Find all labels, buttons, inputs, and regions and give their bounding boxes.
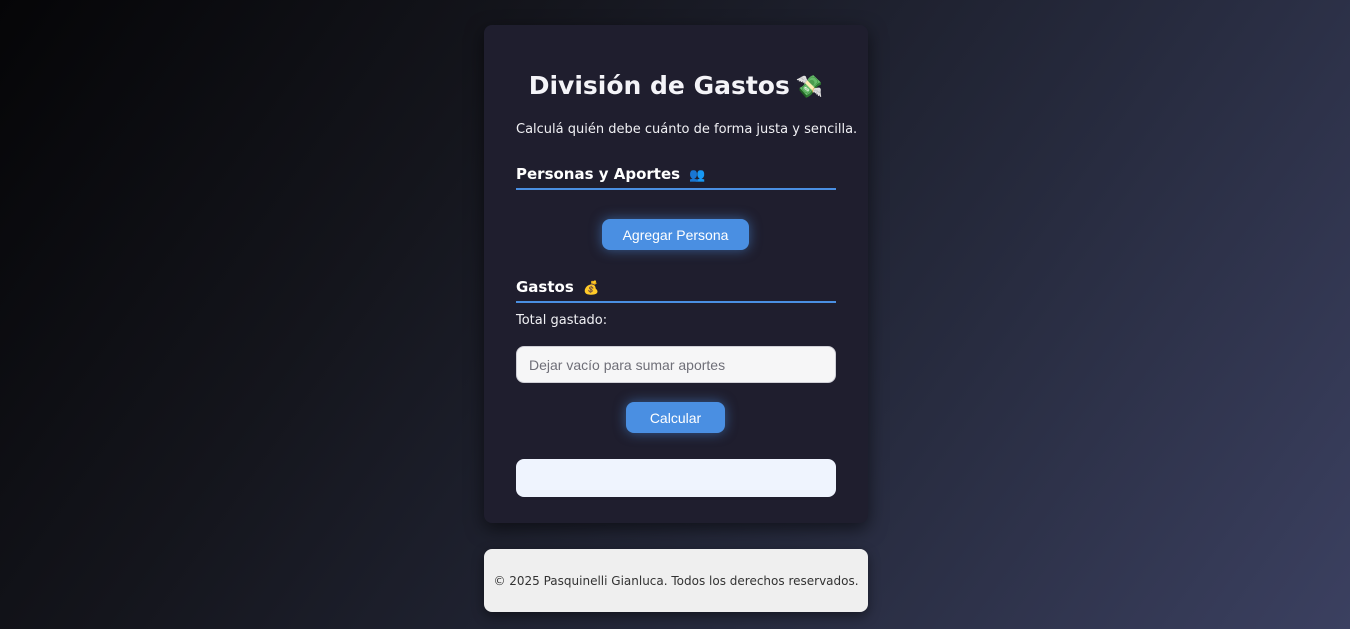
- money-with-wings-icon: 💸: [795, 75, 824, 100]
- expense-split-card: División de Gastos 💸 Calculá quién debe c…: [484, 25, 868, 523]
- people-icon: 👥: [689, 168, 706, 183]
- footer-copyright: © 2025 Pasquinelli Gianluca. Todos los d…: [493, 573, 859, 588]
- total-spent-input[interactable]: [516, 346, 836, 383]
- page-title: División de Gastos 💸: [484, 69, 868, 105]
- page-title-text: División de Gastos: [528, 71, 790, 100]
- total-spent-label: Total gastado:: [516, 313, 608, 328]
- people-section-heading: Personas y Aportes 👥: [516, 164, 836, 190]
- expenses-section-heading-text: Gastos: [516, 278, 574, 296]
- expenses-section-heading: Gastos 💰: [516, 277, 836, 303]
- money-bag-icon: 💰: [583, 281, 600, 296]
- calculate-button[interactable]: Calcular: [626, 402, 725, 433]
- add-person-button[interactable]: Agregar Persona: [602, 219, 749, 250]
- people-section-heading-text: Personas y Aportes: [516, 165, 681, 183]
- result-box: [516, 459, 836, 497]
- footer: © 2025 Pasquinelli Gianluca. Todos los d…: [484, 549, 868, 612]
- page-subtitle: Calculá quién debe cuánto de forma justa…: [516, 122, 858, 137]
